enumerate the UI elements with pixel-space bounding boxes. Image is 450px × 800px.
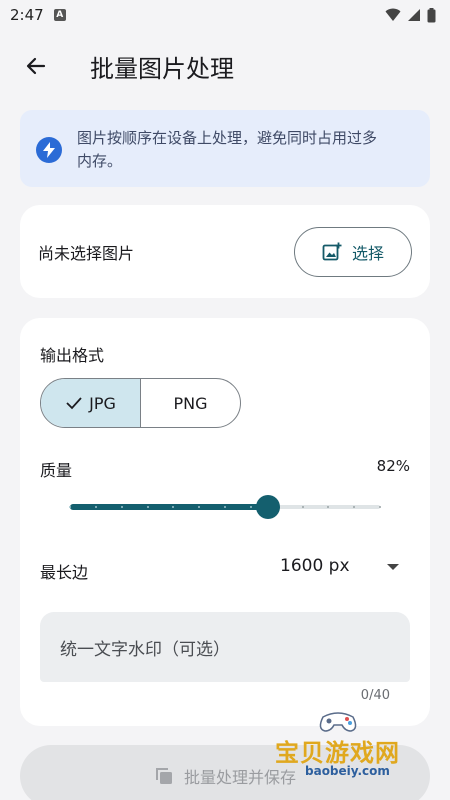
no-image-selected-text: 尚未选择图片	[38, 243, 135, 263]
slider-tick	[249, 506, 252, 508]
choose-button-label: 选择	[351, 243, 384, 263]
bolt-icon	[36, 137, 62, 163]
slider-tick	[379, 506, 381, 508]
signal-icon	[408, 9, 420, 21]
check-icon	[66, 397, 82, 410]
quality-slider[interactable]	[69, 495, 381, 519]
format-option-png[interactable]: PNG	[141, 379, 240, 427]
slider-tick	[224, 506, 226, 508]
copy-icon	[155, 768, 172, 784]
settings-card: 输出格式 JPG PNG 质量 82% 最长边 1600 px 统一文字水印（可…	[20, 318, 430, 726]
watermark-placeholder: 统一文字水印（可选）	[60, 639, 230, 660]
status-time: 2:47	[10, 6, 44, 24]
gamepad-logo-icon	[319, 712, 357, 732]
slider-tick	[94, 506, 97, 508]
slider-active-track	[70, 504, 269, 510]
max-side-label: 最长边	[40, 563, 89, 582]
format-option-jpg[interactable]: JPG	[41, 379, 141, 427]
site-watermark: 宝贝游戏网 baobeiy.com	[275, 707, 425, 782]
info-text-line1: 图片按顺序在设备上处理，避免同时占用过多	[77, 129, 378, 147]
page-title: 批量图片处理	[90, 54, 234, 83]
output-format-segmented: JPG PNG	[40, 378, 241, 428]
quality-value: 82%	[376, 457, 410, 475]
notification-a-icon: A	[53, 9, 66, 21]
info-text-line2: 内存。	[77, 152, 123, 170]
slider-thumb[interactable]	[256, 495, 281, 519]
status-bar: 2:47 A	[0, 0, 450, 30]
watermark-char-counter: 0/40	[360, 688, 390, 703]
image-select-card: 尚未选择图片 选择	[20, 205, 430, 298]
slider-tick	[301, 506, 304, 508]
slider-tick	[120, 506, 123, 508]
format-png-label: PNG	[173, 393, 208, 413]
output-format-label: 输出格式	[40, 346, 105, 365]
watermark-brand-name: 宝贝游戏网	[275, 739, 400, 767]
info-text: 图片按顺序在设备上处理，避免同时占用过多 内存。	[77, 127, 377, 173]
quality-label: 质量	[40, 461, 73, 480]
battery-icon	[427, 7, 436, 22]
arrow-back-icon	[26, 57, 46, 75]
wifi-icon	[385, 8, 401, 21]
add-photo-icon	[322, 242, 342, 260]
slider-tick	[69, 506, 71, 508]
choose-image-button[interactable]: 选择	[294, 226, 412, 277]
slider-tick	[146, 506, 149, 508]
watermark-input[interactable]: 统一文字水印（可选）	[40, 612, 410, 682]
format-jpg-label: JPG	[89, 393, 116, 413]
dropdown-arrow-icon[interactable]	[387, 564, 399, 570]
max-side-dropdown[interactable]: 1600 px	[280, 556, 350, 576]
app-bar: 批量图片处理	[0, 38, 450, 94]
back-button[interactable]	[8, 38, 64, 94]
info-banner: 图片按顺序在设备上处理，避免同时占用过多 内存。	[20, 110, 430, 187]
watermark-brand-url: baobeiy.com	[305, 764, 390, 778]
